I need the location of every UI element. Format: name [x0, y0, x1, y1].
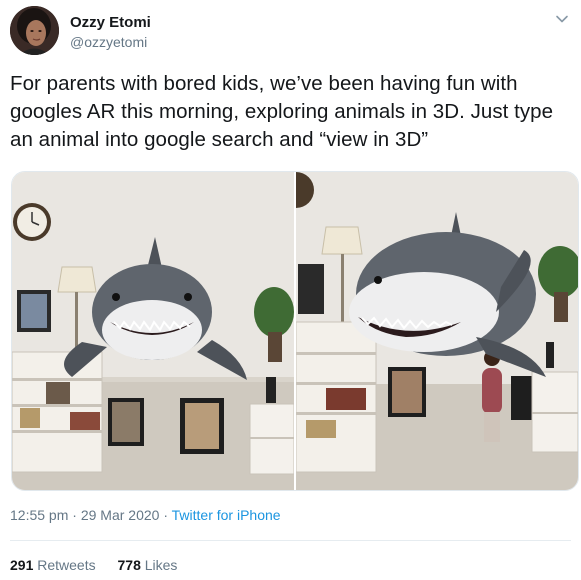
tweet-date[interactable]: 29 Mar 2020 [81, 507, 160, 523]
shark-ar-photo-2[interactable] [296, 172, 578, 490]
meta-separator: · [163, 507, 168, 523]
tweet-text: For parents with bored kids, we’ve been … [10, 72, 554, 151]
meta-separator: · [72, 507, 77, 523]
likes-stat[interactable]: 778 Likes [118, 557, 178, 573]
likes-count: 778 [117, 557, 141, 573]
tweet-meta: 12:55 pm · 29 Mar 2020 · Twitter for iPh… [10, 507, 281, 523]
tweet-header: Ozzy Etomi @ozzyetomi [10, 6, 571, 58]
author-display-name[interactable]: Ozzy Etomi [70, 13, 151, 32]
tweet-time[interactable]: 12:55 pm [10, 507, 68, 523]
tweet-source-link[interactable]: Twitter for iPhone [172, 507, 281, 523]
retweets-label: Retweets [37, 557, 96, 573]
avatar[interactable] [10, 6, 59, 55]
retweets-count: 291 [10, 557, 34, 573]
shark-ar-photo-1[interactable] [12, 172, 294, 490]
media-grid [11, 171, 579, 491]
chevron-down-icon[interactable] [555, 12, 569, 26]
retweets-stat[interactable]: 291 Retweets [10, 557, 96, 573]
author-handle[interactable]: @ozzyetomi [70, 33, 151, 51]
divider [10, 540, 571, 541]
likes-label: Likes [144, 557, 178, 573]
tweet-stats: 291 Retweets 778 Likes [10, 557, 195, 573]
profile-photo-icon [10, 6, 59, 55]
